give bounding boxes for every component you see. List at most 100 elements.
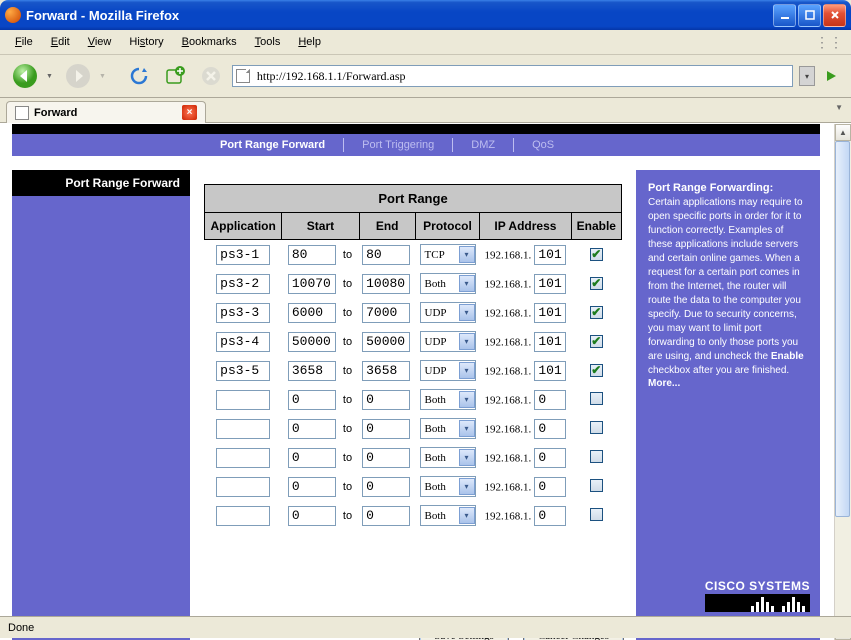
end-port-input[interactable]	[362, 506, 410, 526]
end-port-input[interactable]	[362, 332, 410, 352]
ip-last-octet-input[interactable]	[534, 303, 566, 323]
application-input[interactable]	[216, 245, 270, 265]
start-port-input[interactable]	[288, 448, 336, 468]
maximize-button[interactable]	[798, 4, 821, 27]
menu-help[interactable]: Help	[291, 34, 328, 50]
protocol-select[interactable]: Both▾	[420, 505, 476, 526]
firefox-icon	[5, 7, 21, 23]
application-input[interactable]	[216, 303, 270, 323]
newtab-button[interactable]	[160, 61, 190, 91]
end-port-input[interactable]	[362, 448, 410, 468]
menu-bookmarks[interactable]: Bookmarks	[175, 34, 244, 50]
ip-prefix: 192.168.1.	[485, 278, 532, 290]
end-port-input[interactable]	[362, 361, 410, 381]
subnav-qos[interactable]: QoS	[514, 138, 572, 152]
menu-view[interactable]: View	[81, 34, 119, 50]
protocol-select[interactable]: UDP▾	[420, 360, 476, 381]
application-input[interactable]	[216, 390, 270, 410]
to-label: to	[339, 365, 356, 377]
ip-last-octet-input[interactable]	[534, 506, 566, 526]
menu-history[interactable]: History	[122, 34, 170, 50]
protocol-select[interactable]: TCP▾	[420, 244, 476, 265]
enable-checkbox[interactable]	[590, 479, 603, 492]
ip-last-octet-input[interactable]	[534, 245, 566, 265]
menu-tools[interactable]: Tools	[248, 34, 288, 50]
protocol-select[interactable]: Both▾	[420, 418, 476, 439]
ip-last-octet-input[interactable]	[534, 274, 566, 294]
close-button[interactable]	[823, 4, 846, 27]
enable-checkbox[interactable]	[590, 392, 603, 405]
forward-button[interactable]	[61, 59, 95, 93]
to-label: to	[339, 481, 356, 493]
browser-tab[interactable]: Forward ×	[6, 101, 206, 123]
enable-checkbox[interactable]: ✔	[590, 248, 603, 261]
start-port-input[interactable]	[288, 390, 336, 410]
url-input[interactable]	[255, 68, 789, 85]
ip-last-octet-input[interactable]	[534, 390, 566, 410]
protocol-select[interactable]: UDP▾	[420, 302, 476, 323]
ip-prefix: 192.168.1.	[485, 423, 532, 435]
ip-last-octet-input[interactable]	[534, 448, 566, 468]
enable-checkbox[interactable]	[590, 450, 603, 463]
end-port-input[interactable]	[362, 274, 410, 294]
start-port-input[interactable]	[288, 477, 336, 497]
enable-checkbox[interactable]: ✔	[590, 364, 603, 377]
scrollbar-thumb[interactable]	[835, 141, 850, 517]
menu-edit[interactable]: Edit	[44, 34, 77, 50]
page-icon	[15, 106, 29, 120]
application-input[interactable]	[216, 332, 270, 352]
application-input[interactable]	[216, 361, 270, 381]
application-input[interactable]	[216, 419, 270, 439]
back-button[interactable]	[8, 59, 42, 93]
application-input[interactable]	[216, 506, 270, 526]
ip-last-octet-input[interactable]	[534, 419, 566, 439]
table-row: toUDP▾192.168.1. ✔	[205, 356, 622, 385]
protocol-select[interactable]: Both▾	[420, 476, 476, 497]
back-history-dropdown[interactable]: ▼	[46, 73, 53, 80]
enable-checkbox[interactable]	[590, 508, 603, 521]
ip-last-octet-input[interactable]	[534, 361, 566, 381]
enable-checkbox[interactable]: ✔	[590, 277, 603, 290]
start-port-input[interactable]	[288, 274, 336, 294]
tab-list-dropdown[interactable]: ▼	[835, 103, 843, 112]
subnav-port-triggering[interactable]: Port Triggering	[344, 138, 453, 152]
subnav-dmz[interactable]: DMZ	[453, 138, 514, 152]
start-port-input[interactable]	[288, 245, 336, 265]
protocol-select[interactable]: UDP▾	[420, 331, 476, 352]
menu-file[interactable]: File	[8, 34, 40, 50]
url-history-dropdown[interactable]: ▾	[799, 66, 815, 86]
end-port-input[interactable]	[362, 477, 410, 497]
start-port-input[interactable]	[288, 419, 336, 439]
tab-close-button[interactable]: ×	[182, 105, 197, 120]
protocol-select[interactable]: Both▾	[420, 273, 476, 294]
enable-checkbox[interactable]: ✔	[590, 335, 603, 348]
end-port-input[interactable]	[362, 303, 410, 323]
end-port-input[interactable]	[362, 419, 410, 439]
help-more-link[interactable]: More...	[648, 378, 680, 389]
protocol-select[interactable]: Both▾	[420, 389, 476, 410]
start-port-input[interactable]	[288, 332, 336, 352]
end-port-input[interactable]	[362, 245, 410, 265]
enable-checkbox[interactable]	[590, 421, 603, 434]
go-button[interactable]	[821, 65, 843, 87]
protocol-select[interactable]: Both▾	[420, 447, 476, 468]
enable-checkbox[interactable]: ✔	[590, 306, 603, 319]
scroll-up-button[interactable]: ▲	[835, 124, 851, 141]
application-input[interactable]	[216, 274, 270, 294]
start-port-input[interactable]	[288, 361, 336, 381]
forward-history-dropdown[interactable]: ▼	[99, 73, 106, 80]
end-port-input[interactable]	[362, 390, 410, 410]
reload-button[interactable]	[124, 61, 154, 91]
url-bar[interactable]	[232, 65, 793, 87]
start-port-input[interactable]	[288, 506, 336, 526]
ip-last-octet-input[interactable]	[534, 332, 566, 352]
application-input[interactable]	[216, 448, 270, 468]
table-row: toUDP▾192.168.1. ✔	[205, 298, 622, 327]
application-input[interactable]	[216, 477, 270, 497]
subnav-port-range-forward[interactable]: Port Range Forward	[202, 138, 344, 152]
start-port-input[interactable]	[288, 303, 336, 323]
ip-last-octet-input[interactable]	[534, 477, 566, 497]
vertical-scrollbar[interactable]: ▲ ▼	[834, 124, 851, 640]
minimize-button[interactable]	[773, 4, 796, 27]
stop-button[interactable]	[196, 61, 226, 91]
